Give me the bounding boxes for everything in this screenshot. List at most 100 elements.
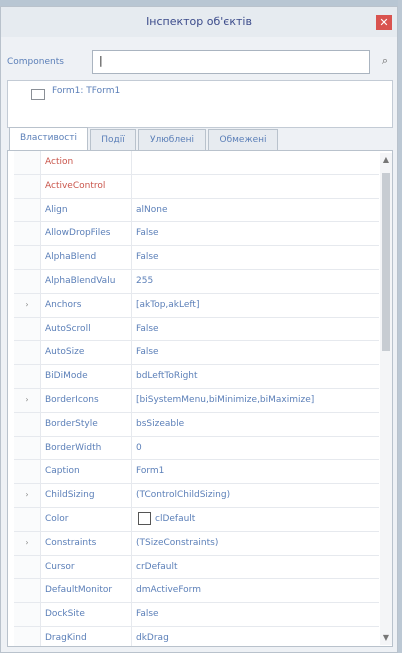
tab-restricted[interactable]: Обмежені bbox=[208, 129, 278, 151]
property-value[interactable]: crDefault bbox=[136, 556, 379, 579]
property-value[interactable] bbox=[136, 175, 379, 198]
row-gutter bbox=[14, 269, 41, 293]
row-gutter bbox=[14, 341, 41, 365]
row-gutter bbox=[14, 198, 41, 222]
property-value[interactable]: dmActiveForm bbox=[136, 579, 379, 602]
property-row[interactable]: AlphaBlend False bbox=[14, 246, 379, 270]
property-name: DragKind bbox=[41, 626, 132, 646]
property-row[interactable]: DragKind dkDrag bbox=[14, 626, 379, 646]
property-name: BorderIcons bbox=[41, 388, 132, 412]
vertical-scrollbar[interactable]: ▲ ▼ bbox=[380, 153, 392, 645]
row-gutter bbox=[14, 626, 41, 646]
tab-events[interactable]: Події bbox=[90, 129, 136, 151]
property-name: DockSite bbox=[41, 603, 132, 626]
property-name: Constraints bbox=[41, 531, 132, 555]
property-value[interactable]: False bbox=[136, 341, 379, 364]
property-name: BiDiMode bbox=[41, 365, 132, 388]
property-grid: Action ActiveControl Align alNone AllowDropF… bbox=[14, 151, 379, 646]
property-row[interactable]: › Anchors [akTop,akLeft] bbox=[14, 293, 379, 318]
property-name: AlphaBlendValu bbox=[41, 269, 132, 293]
components-label: Components bbox=[7, 57, 64, 67]
property-name: Caption bbox=[41, 460, 132, 484]
row-gutter bbox=[14, 507, 41, 531]
property-value[interactable]: 0 bbox=[136, 437, 379, 460]
row-gutter bbox=[14, 365, 41, 388]
tree-item-form1[interactable]: Form1: TForm1 bbox=[52, 86, 120, 96]
property-value-text: clDefault bbox=[155, 513, 196, 524]
property-value[interactable]: 255 bbox=[136, 270, 379, 293]
property-name: ActiveControl bbox=[41, 174, 132, 198]
property-name: Align bbox=[41, 198, 132, 222]
property-row[interactable]: DefaultMonitor dmActiveForm bbox=[14, 579, 379, 604]
property-value[interactable]: alNone bbox=[136, 199, 379, 222]
tab-properties[interactable]: Властивості bbox=[9, 127, 88, 151]
row-gutter bbox=[14, 436, 41, 460]
row-gutter bbox=[14, 151, 41, 174]
title-bar[interactable]: Інспектор об'єктів ✕ bbox=[1, 7, 397, 37]
property-name: AllowDropFiles bbox=[41, 222, 132, 246]
row-gutter bbox=[14, 317, 41, 341]
property-name: Cursor bbox=[41, 555, 132, 579]
property-row[interactable]: Align alNone bbox=[14, 198, 379, 223]
property-row[interactable]: › Constraints (TSizeConstraints) bbox=[14, 531, 379, 556]
expand-icon[interactable]: › bbox=[14, 293, 41, 317]
row-gutter bbox=[14, 246, 41, 269]
properties-panel: Action ActiveControl Align alNone AllowDropF… bbox=[7, 150, 393, 647]
property-row[interactable]: Caption Form1 bbox=[14, 460, 379, 485]
property-value[interactable] bbox=[136, 151, 379, 174]
components-search-input[interactable]: | bbox=[92, 50, 370, 74]
expand-icon[interactable]: › bbox=[14, 531, 41, 555]
property-value[interactable]: bdLeftToRight bbox=[136, 365, 379, 388]
property-name: AutoSize bbox=[41, 341, 132, 365]
property-row[interactable]: AutoScroll False bbox=[14, 317, 379, 342]
property-value[interactable]: False bbox=[136, 603, 379, 626]
filter-icon[interactable]: ⌕ bbox=[377, 53, 393, 69]
row-gutter bbox=[14, 412, 41, 436]
property-value[interactable]: False bbox=[136, 246, 379, 269]
property-value[interactable]: clDefault bbox=[136, 508, 379, 531]
property-row[interactable]: Cursor crDefault bbox=[14, 555, 379, 580]
property-row[interactable]: AlphaBlendValu 255 bbox=[14, 269, 379, 294]
property-name: AlphaBlend bbox=[41, 246, 132, 269]
property-value[interactable]: [biSystemMenu,biMinimize,biMaximize] bbox=[136, 389, 379, 412]
property-value[interactable]: bsSizeable bbox=[136, 413, 379, 436]
property-value[interactable]: (TSizeConstraints) bbox=[136, 532, 379, 555]
expand-icon[interactable]: › bbox=[14, 484, 41, 507]
close-button[interactable]: ✕ bbox=[376, 15, 392, 30]
property-name: Color bbox=[41, 507, 132, 531]
row-gutter bbox=[14, 579, 41, 603]
property-value[interactable]: [akTop,akLeft] bbox=[136, 294, 379, 317]
expand-icon[interactable]: › bbox=[14, 388, 41, 412]
property-row[interactable]: DockSite False bbox=[14, 603, 379, 627]
property-row[interactable]: BorderStyle bsSizeable bbox=[14, 412, 379, 437]
property-row[interactable]: AutoSize False bbox=[14, 341, 379, 366]
property-row[interactable]: AllowDropFiles False bbox=[14, 222, 379, 247]
property-name: AutoScroll bbox=[41, 317, 132, 341]
property-value[interactable]: dkDrag bbox=[136, 627, 379, 646]
tab-favorites[interactable]: Улюблені bbox=[138, 129, 206, 151]
property-row[interactable]: BiDiMode bdLeftToRight bbox=[14, 365, 379, 389]
property-row[interactable]: › BorderIcons [biSystemMenu,biMinimize,biM… bbox=[14, 388, 379, 413]
property-value[interactable]: (TControlChildSizing) bbox=[136, 484, 379, 507]
scroll-up-icon[interactable]: ▲ bbox=[380, 153, 392, 167]
property-value[interactable]: False bbox=[136, 318, 379, 341]
property-row[interactable]: › ChildSizing (TControlChildSizing) bbox=[14, 484, 379, 508]
property-name: Action bbox=[41, 151, 132, 174]
form-icon bbox=[31, 89, 45, 100]
row-gutter bbox=[14, 174, 41, 198]
object-inspector-window: Інспектор об'єктів ✕ Components | ⌕ Form… bbox=[0, 6, 398, 653]
window-title: Інспектор об'єктів bbox=[146, 15, 252, 28]
row-gutter bbox=[14, 222, 41, 246]
property-name: Anchors bbox=[41, 293, 132, 317]
row-gutter bbox=[14, 555, 41, 579]
scroll-thumb[interactable] bbox=[382, 173, 390, 351]
property-row[interactable]: BorderWidth 0 bbox=[14, 436, 379, 461]
property-name: DefaultMonitor bbox=[41, 579, 132, 603]
property-row[interactable]: Action bbox=[14, 151, 379, 175]
scroll-down-icon[interactable]: ▼ bbox=[380, 631, 392, 645]
property-row[interactable]: Color clDefault bbox=[14, 507, 379, 532]
property-name: BorderStyle bbox=[41, 412, 132, 436]
property-value[interactable]: False bbox=[136, 222, 379, 245]
property-row[interactable]: ActiveControl bbox=[14, 174, 379, 199]
property-value[interactable]: Form1 bbox=[136, 460, 379, 483]
